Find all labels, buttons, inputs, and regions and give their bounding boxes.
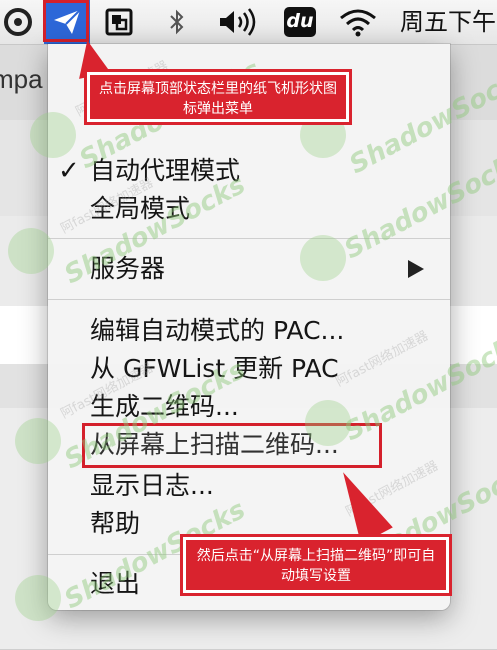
background-app-title: mpa xyxy=(0,64,43,94)
plane-highlight-frame xyxy=(43,0,89,42)
menu-item-generate-qr[interactable]: 生成二维码... xyxy=(48,388,450,426)
menu-item-label: 自动代理模式 xyxy=(90,156,241,185)
window-restore-icon[interactable] xyxy=(102,0,136,44)
menu-item-label: 编辑自动模式的 PAC... xyxy=(90,316,345,345)
annotation-callout-click-icon: 点击屏幕顶部状态栏里的纸飞机形状图标弹出菜单 xyxy=(84,69,352,125)
menu-item-label: 帮助 xyxy=(90,509,141,538)
menu-item-label: 生成二维码... xyxy=(90,392,239,421)
wifi-icon[interactable] xyxy=(336,0,380,44)
checkmark-icon: ✓ xyxy=(58,156,80,186)
menu-separator xyxy=(48,299,450,300)
menu-item-auto-proxy[interactable]: ✓ 自动代理模式 xyxy=(48,152,450,190)
menu-item-label: 从 GFWList 更新 PAC xyxy=(90,354,339,383)
menubar-clock[interactable]: 周五下午 xyxy=(400,0,496,44)
menu-item-global-mode[interactable]: 全局模式 xyxy=(48,190,450,228)
scan-qr-highlight-frame xyxy=(82,423,382,468)
menu-item-show-log[interactable]: 显示日志... xyxy=(48,467,450,505)
menu-item-label: 服务器 xyxy=(90,254,166,283)
menu-item-label: 显示日志... xyxy=(90,471,214,500)
menu-item-update-gfwlist[interactable]: 从 GFWList 更新 PAC xyxy=(48,350,450,388)
volume-icon[interactable] xyxy=(214,0,264,44)
menu-separator xyxy=(48,238,450,239)
menu-item-label: 退出 xyxy=(90,569,141,598)
menubar: du 周五下午 xyxy=(0,0,497,45)
submenu-arrow-icon xyxy=(408,260,424,278)
du-label: du xyxy=(284,7,316,37)
app-circle-icon[interactable] xyxy=(0,0,36,44)
baidu-du-icon[interactable]: du xyxy=(283,0,317,44)
annotation-callout-scan-qr: 然后点击“从屏幕上扫描二维码”即可自动填写设置 xyxy=(180,534,452,596)
menu-item-edit-pac[interactable]: 编辑自动模式的 PAC... xyxy=(48,312,450,350)
bluetooth-icon[interactable] xyxy=(162,0,192,44)
menu-item-servers[interactable]: 服务器 xyxy=(48,250,450,288)
menu-item-label: 全局模式 xyxy=(90,194,191,223)
